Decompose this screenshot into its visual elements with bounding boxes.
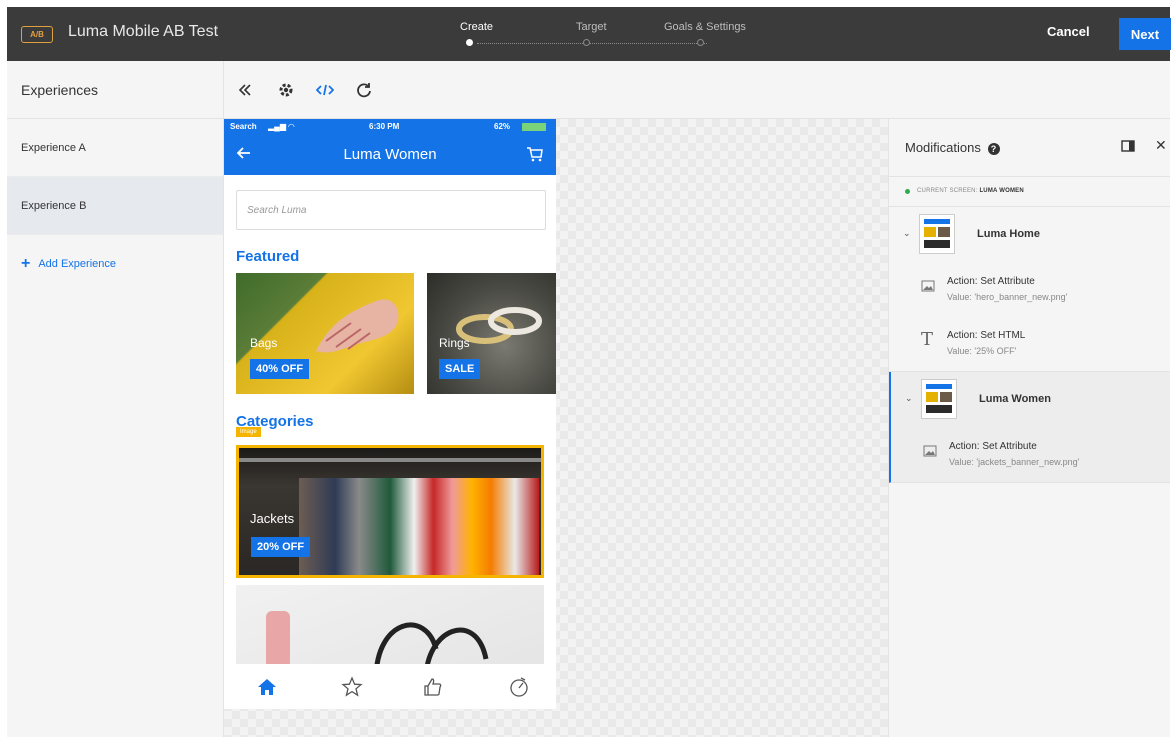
screen-row[interactable]: ⌄ Luma Home — [889, 207, 1170, 263]
next-button[interactable]: Next — [1119, 18, 1171, 50]
activity-title: Luma Mobile AB Test — [68, 23, 219, 40]
tile-label-bags: Bags — [250, 336, 278, 350]
current-screen-indicator: CURRENT SCREEN: LUMA WOMEN — [889, 177, 1170, 207]
modification-action[interactable]: Action: Set Attribute Value: 'hero_banne… — [889, 263, 1170, 317]
modifications-panel: Modifications ? ✕ CURRENT SCREEN: LUMA W… — [888, 119, 1170, 737]
help-icon[interactable]: ? — [987, 143, 1000, 155]
featured-tile-bags[interactable]: Bags 40% OFF — [236, 273, 414, 394]
modification-action[interactable]: Action: Set Attribute Value: 'jackets_ba… — [891, 428, 1170, 482]
status-time: 6:30 PM — [369, 122, 400, 131]
close-icon[interactable]: ✕ — [1155, 137, 1167, 154]
add-experience-label: Add Experience — [38, 258, 117, 270]
modification-action[interactable]: T Action: Set HTML Value: '25% OFF' — [889, 317, 1170, 371]
editor-toolbar — [224, 61, 1170, 119]
current-screen-text: CURRENT SCREEN: LUMA WOMEN — [917, 188, 1024, 194]
status-carrier: Search — [230, 122, 257, 131]
phone-search-input[interactable]: Search Luma — [236, 190, 546, 230]
step-goals-settings[interactable]: Goals & Settings — [664, 21, 746, 33]
screen-thumbnail — [921, 379, 957, 419]
step-dot-create — [466, 39, 473, 46]
home-icon[interactable] — [256, 676, 278, 698]
step-create[interactable]: Create — [460, 21, 493, 33]
app-header: Luma Women — [224, 135, 556, 175]
screen-thumbnail — [919, 214, 955, 254]
top-bar: A/B Luma Mobile AB Test Create Target Go… — [7, 7, 1171, 61]
screen-name: Luma Women — [979, 393, 1051, 405]
ab-test-icon: A/B — [21, 26, 53, 43]
tile-badge-bags: 40% OFF — [250, 359, 310, 379]
tile-label-jackets: Jackets — [250, 511, 295, 526]
chevron-down-icon[interactable]: ⌄ — [905, 393, 913, 404]
clothes-rail — [239, 458, 541, 462]
step-dot-goals — [697, 39, 704, 46]
tile-badge-jackets: 20% OFF — [251, 537, 311, 557]
app-header-title: Luma Women — [343, 146, 437, 163]
experience-label: Experience B — [21, 199, 87, 212]
star-icon[interactable] — [341, 676, 363, 698]
action-title: Action: Set HTML — [947, 330, 1026, 341]
tile-badge-rings: SALE — [439, 359, 481, 379]
experiences-sidebar: Experiences Experience A Experience B + … — [7, 61, 224, 737]
hand-illustration — [316, 299, 399, 353]
jackets-row — [299, 478, 539, 575]
screen-row[interactable]: ⌄ Luma Women — [891, 372, 1170, 428]
featured-tile-rings[interactable]: Rings SALE — [427, 273, 556, 394]
signal-icon: ▂▄▆ ◠ — [268, 122, 295, 131]
thumbs-up-icon[interactable] — [422, 676, 444, 698]
cart-icon[interactable] — [526, 145, 544, 168]
phone-preview: Search ▂▄▆ ◠ 6:30 PM 62% Luma Women Sear… — [224, 119, 556, 709]
action-title: Action: Set Attribute — [947, 276, 1035, 287]
featured-heading: Featured — [236, 248, 300, 265]
preview-canvas: Search ▂▄▆ ◠ 6:30 PM 62% Luma Women Sear… — [224, 119, 888, 737]
step-progress-track — [477, 43, 707, 45]
image-icon — [923, 444, 939, 460]
category-tile-jackets[interactable]: Jackets 20% OFF — [236, 445, 544, 578]
experience-label: Experience A — [21, 141, 86, 154]
screen-name: Luma Home — [977, 228, 1040, 240]
text-icon: T — [921, 329, 934, 350]
chevron-down-icon[interactable]: ⌄ — [903, 228, 911, 239]
action-value: Value: 'jackets_banner_new.png' — [949, 457, 1080, 467]
modifications-header: Modifications ? ✕ — [889, 119, 1170, 177]
phone-bottom-nav — [224, 664, 556, 709]
code-icon[interactable] — [314, 79, 336, 101]
bottle-illustration — [266, 611, 290, 671]
action-value: Value: '25% OFF' — [947, 346, 1017, 356]
image-icon — [921, 279, 937, 295]
step-dot-target — [583, 39, 590, 46]
screen-group-luma-women: ⌄ Luma Women Action: Set Attribute Value… — [889, 372, 1170, 483]
tile-label-rings: Rings — [439, 336, 470, 350]
selected-element-tag: Image — [236, 427, 261, 437]
experience-item-a[interactable]: Experience A — [7, 119, 223, 177]
expand-panel-icon[interactable] — [1121, 139, 1135, 155]
add-experience-button[interactable]: + Add Experience — [7, 235, 223, 293]
status-dot-icon — [905, 189, 910, 194]
modifications-title: Modifications ? — [905, 140, 1000, 155]
status-battery: 62% — [494, 122, 511, 131]
action-value: Value: 'hero_banner_new.png' — [947, 292, 1068, 302]
plus-icon: + — [21, 255, 31, 272]
refresh-icon[interactable] — [353, 79, 375, 101]
timer-icon[interactable] — [508, 676, 530, 698]
sidebar-header: Experiences — [7, 61, 223, 119]
screen-group-luma-home: ⌄ Luma Home Action: Set Attribute Value:… — [889, 207, 1170, 372]
collapse-icon[interactable] — [234, 79, 256, 101]
battery-icon — [522, 123, 546, 131]
gear-icon[interactable] — [275, 79, 297, 101]
cancel-button[interactable]: Cancel — [1047, 24, 1090, 39]
phone-status-bar: Search ▂▄▆ ◠ 6:30 PM 62% — [224, 119, 556, 135]
action-title: Action: Set Attribute — [949, 441, 1037, 452]
step-target[interactable]: Target — [576, 21, 607, 33]
experience-item-b[interactable]: Experience B — [7, 177, 223, 235]
